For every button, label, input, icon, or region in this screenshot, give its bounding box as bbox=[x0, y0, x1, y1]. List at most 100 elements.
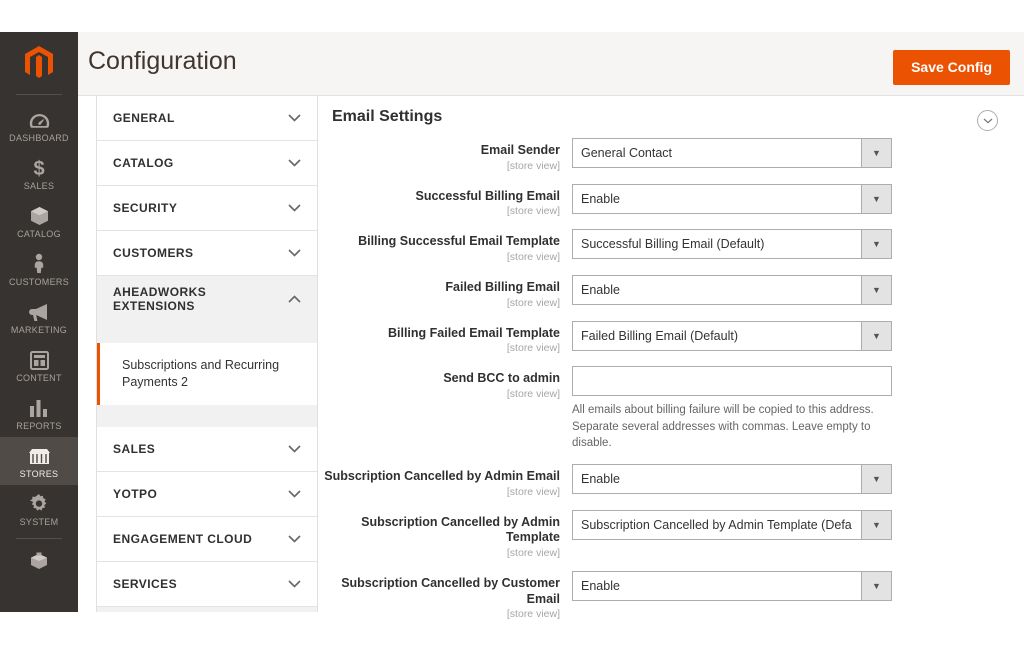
field-label-wrap: Billing Successful Email Template [store… bbox=[320, 229, 572, 263]
select-billing-failed-email-template[interactable]: Failed Billing Email (Default) ▼ bbox=[572, 320, 892, 351]
sidebar-item-marketing[interactable]: Marketing bbox=[0, 293, 78, 341]
chevron-down-icon bbox=[288, 535, 301, 543]
field-label: Billing Successful Email Template bbox=[358, 234, 560, 249]
field-control: Enable ▼ bbox=[572, 183, 892, 214]
configuration-nav: General Catalog Security Customers Ahead bbox=[96, 96, 318, 612]
sidebar-item-label: Stores bbox=[19, 469, 59, 479]
select-billing-successful-email-template[interactable]: Successful Billing Email (Default) ▼ bbox=[572, 229, 892, 260]
chevron-down-icon: ▼ bbox=[861, 139, 891, 167]
sidebar-item-catalog[interactable]: Catalog bbox=[0, 197, 78, 245]
chevron-down-circle-icon[interactable] bbox=[977, 110, 998, 131]
sidebar-item-sales[interactable]: $ Sales bbox=[0, 149, 78, 197]
chevron-down-icon bbox=[288, 249, 301, 257]
extensions-cube-icon bbox=[29, 549, 49, 571]
config-section-label: Catalog bbox=[113, 156, 174, 170]
field-label-wrap: Send BCC to admin [store view] bbox=[320, 366, 572, 400]
config-section-label: Aheadworks Extensions bbox=[113, 284, 207, 313]
select-value: Successful Billing Email (Default) bbox=[581, 237, 765, 252]
config-section-general[interactable]: General bbox=[97, 96, 317, 141]
chevron-down-icon bbox=[288, 445, 301, 453]
field-row-successful-billing-email: Successful Billing Email [store view] En… bbox=[320, 183, 1024, 218]
config-section-catalog[interactable]: Catalog bbox=[97, 141, 317, 186]
chevron-down-icon bbox=[288, 114, 301, 122]
config-section-aheadworks-extensions[interactable]: Aheadworks Extensions bbox=[97, 276, 317, 321]
field-row-send-bcc-to-admin: Send BCC to admin [store view] All email… bbox=[320, 366, 1024, 452]
save-config-button[interactable]: Save Config bbox=[893, 50, 1010, 86]
field-label: Failed Billing Email bbox=[445, 279, 560, 294]
config-section-yotpo[interactable]: Yotpo bbox=[97, 471, 317, 517]
select-successful-billing-email[interactable]: Enable ▼ bbox=[572, 183, 892, 214]
field-label: Successful Billing Email bbox=[415, 188, 561, 203]
megaphone-icon bbox=[28, 300, 50, 322]
config-section-services[interactable]: Services bbox=[97, 561, 317, 607]
field-label-wrap: Failed Billing Email [store view] bbox=[320, 275, 572, 309]
sidebar-item-stores[interactable]: Stores bbox=[0, 437, 78, 485]
select-subscription-cancelled-by-admin-email[interactable]: Enable ▼ bbox=[572, 464, 892, 495]
dashboard-gauge-icon bbox=[29, 108, 50, 130]
settings-panel: Email Settings Email Sender [store view]… bbox=[320, 96, 1024, 620]
chevron-down-icon bbox=[288, 204, 301, 212]
config-section-label: Yotpo bbox=[113, 486, 158, 501]
field-label: Send BCC to admin bbox=[443, 371, 560, 386]
select-failed-billing-email[interactable]: Enable ▼ bbox=[572, 274, 892, 305]
field-label: Subscription Cancelled by Admin Email bbox=[324, 469, 560, 484]
sidebar-item-label: Dashboard bbox=[9, 133, 69, 143]
config-section-label: Security bbox=[113, 201, 178, 215]
page-header: Configuration Save Config bbox=[78, 32, 1024, 96]
sidebar-item-reports[interactable]: Reports bbox=[0, 389, 78, 437]
sidebar-item-label: Reports bbox=[16, 421, 62, 431]
field-label: Subscription Cancelled by Admin Template bbox=[361, 514, 560, 545]
sidebar-item-extensions[interactable] bbox=[0, 542, 78, 577]
field-scope: [store view] bbox=[506, 608, 560, 621]
sidebar-item-label: System bbox=[19, 517, 59, 527]
config-section-label: Engagement Cloud bbox=[113, 531, 253, 546]
sidebar-item-label: Marketing bbox=[10, 325, 68, 335]
chevron-down-icon: ▼ bbox=[861, 184, 891, 213]
magento-admin-configuration-page: Dashboard $ Sales Catalog Customers Mark… bbox=[0, 0, 1024, 650]
field-label-wrap: Subscription Cancelled by Admin Template… bbox=[320, 510, 572, 559]
config-section-customers[interactable]: Customers bbox=[97, 231, 317, 276]
sidebar-item-customers[interactable]: Customers bbox=[0, 245, 78, 293]
field-control: Subscription Cancelled by Admin Template… bbox=[572, 509, 892, 540]
config-subitem-label: Subscriptions and Recurring Payments 2 bbox=[122, 358, 280, 389]
field-label-wrap: Successful Billing Email [store view] bbox=[320, 184, 572, 218]
sidebar-item-label: Content bbox=[16, 373, 62, 383]
helper-line-1: All emails about billing failure will be… bbox=[572, 404, 874, 417]
select-value: Enable bbox=[581, 472, 620, 487]
select-value: General Contact bbox=[581, 146, 673, 160]
config-section-label: Services bbox=[113, 576, 178, 591]
field-control: Enable ▼ bbox=[572, 274, 892, 305]
config-section-label: General bbox=[113, 111, 175, 125]
sidebar-divider-bottom bbox=[16, 538, 62, 539]
select-subscription-cancelled-by-customer-email[interactable]: Enable ▼ bbox=[572, 571, 892, 602]
sidebar-item-content[interactable]: Content bbox=[0, 341, 78, 389]
select-subscription-cancelled-by-admin-template[interactable]: Subscription Cancelled by Admin Template… bbox=[572, 509, 892, 540]
field-control: General Contact ▼ bbox=[572, 138, 892, 168]
svg-text:$: $ bbox=[33, 158, 44, 178]
send-bcc-to-admin-input[interactable] bbox=[572, 366, 892, 397]
magento-logo-icon[interactable] bbox=[0, 32, 78, 94]
sidebar-item-dashboard[interactable]: Dashboard bbox=[0, 101, 78, 149]
chevron-down-icon bbox=[288, 580, 301, 588]
field-scope: [store view] bbox=[506, 342, 560, 355]
field-control: Failed Billing Email (Default) ▼ bbox=[572, 320, 892, 351]
field-row-subscription-cancelled-by-customer-email: Subscription Cancelled by Customer Email… bbox=[320, 571, 1024, 620]
config-section-sales[interactable]: Sales bbox=[97, 426, 317, 472]
select-email-sender[interactable]: General Contact ▼ bbox=[572, 138, 892, 168]
field-control: Successful Billing Email (Default) ▼ bbox=[572, 229, 892, 260]
sidebar-item-label: Catalog bbox=[17, 229, 61, 239]
field-label: Email Sender bbox=[480, 143, 560, 157]
field-label-wrap: Subscription Cancelled by Customer Email… bbox=[320, 571, 572, 620]
config-subitem-subscriptions-and-recurring-payments-2[interactable]: Subscriptions and Recurring Payments 2 bbox=[97, 343, 317, 405]
field-scope: [store view] bbox=[506, 485, 560, 498]
sidebar-item-system[interactable]: System bbox=[0, 485, 78, 533]
config-section-security[interactable]: Security bbox=[97, 186, 317, 231]
field-row-subscription-cancelled-by-admin-email: Subscription Cancelled by Admin Email [s… bbox=[320, 464, 1024, 498]
chevron-down-icon: ▼ bbox=[861, 321, 891, 350]
config-section-engagement-cloud[interactable]: Engagement Cloud bbox=[97, 516, 317, 562]
chevron-down-icon: ▼ bbox=[861, 510, 891, 539]
field-scope: [store view] bbox=[506, 159, 560, 172]
bar-chart-icon bbox=[29, 396, 49, 418]
sidebar-item-label: Customers bbox=[8, 277, 70, 287]
field-scope: [store view] bbox=[506, 387, 560, 400]
